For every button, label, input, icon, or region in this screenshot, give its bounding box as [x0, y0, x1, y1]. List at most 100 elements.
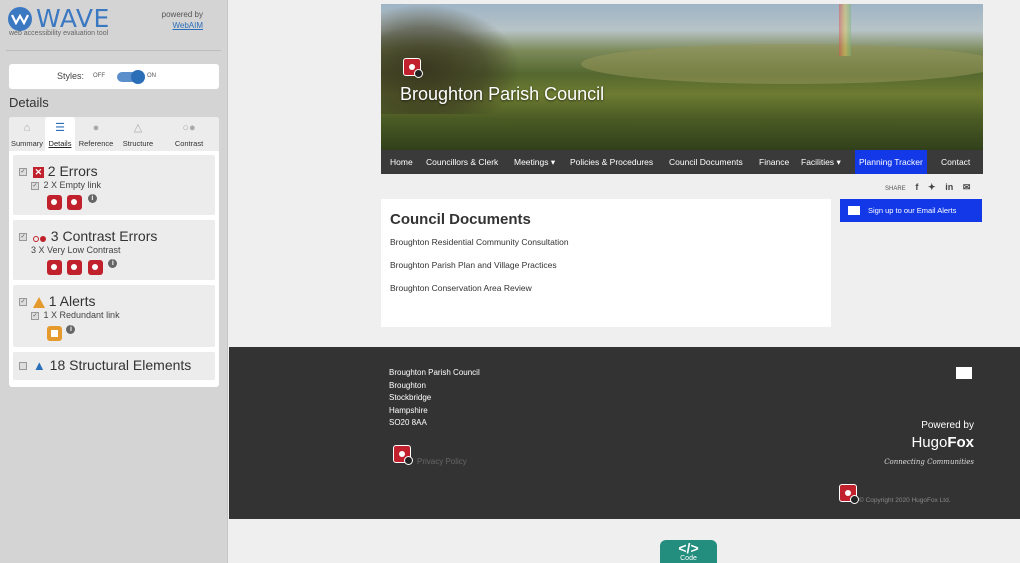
wave-error-flag-icon[interactable]: [839, 484, 859, 504]
tab-label: Reference: [78, 139, 114, 148]
styles-on-label: ON: [147, 73, 156, 79]
home-icon: ⌂: [23, 122, 31, 134]
wave-tagline: web accessibility evaluation tool: [9, 30, 109, 37]
styles-toggle[interactable]: [117, 70, 145, 84]
structure-icon: △: [133, 122, 143, 134]
footer-email-icon[interactable]: [956, 367, 972, 379]
hugofox-logo[interactable]: HugoFox: [911, 434, 974, 451]
info-icon[interactable]: i: [87, 194, 97, 203]
nav-meetings-label: Meetings: [514, 157, 549, 167]
structure-heading: ▲ 18 Structural Elements: [19, 357, 191, 373]
webaim-link[interactable]: WebAIM: [162, 20, 203, 31]
privacy-policy-link[interactable]: Privacy Policy: [417, 457, 467, 466]
site-title[interactable]: Broughton Parish Council: [400, 84, 604, 105]
tab-details[interactable]: ☰ Details: [45, 117, 75, 151]
document-link[interactable]: Broughton Residential Community Consulta…: [390, 237, 569, 247]
wave-sidebar: WAVE web accessibility evaluation tool p…: [0, 0, 228, 563]
info-icon[interactable]: i: [108, 259, 118, 268]
nav-documents[interactable]: Council Documents: [669, 150, 743, 174]
redundant-link-checkbox[interactable]: ✓: [31, 311, 39, 320]
alerts-heading: ✓ 1 Alerts: [19, 293, 95, 309]
errors-icons: i: [47, 194, 97, 212]
low-contrast-icon[interactable]: [47, 260, 62, 276]
caret-down-icon: ▾: [836, 157, 841, 167]
alerts-group: ✓ 1 Alerts ✓ 1 X Redundant link i: [13, 285, 215, 347]
document-link[interactable]: Broughton Conservation Area Review: [390, 283, 532, 293]
email-alerts-label: Sign up to our Email Alerts: [868, 206, 957, 215]
share-bar: SHARE f ✦ in ✉: [885, 182, 970, 193]
twitter-icon[interactable]: ✦: [928, 182, 936, 193]
hero-banner: Broughton Parish Council: [381, 4, 983, 150]
tab-contrast[interactable]: ○● Contrast: [159, 117, 219, 151]
empty-link-checkbox[interactable]: ✓: [31, 181, 39, 190]
wave-logo-icon: [8, 7, 32, 31]
nav-meetings[interactable]: Meetings ▾: [514, 150, 555, 174]
envelope-icon: [848, 206, 860, 215]
contrast-group: ✓ 3 Contrast Errors 3 X Very Low Contras…: [13, 220, 215, 280]
styles-label: Styles:: [57, 71, 85, 81]
empty-link-error-icon[interactable]: [67, 195, 83, 211]
low-contrast-icon[interactable]: [67, 260, 83, 276]
styles-toggle-box: Styles: OFF ON: [9, 64, 219, 89]
wave-powered-by: powered by WebAIM: [162, 9, 203, 31]
wave-error-flag-icon[interactable]: [403, 58, 423, 78]
info-icon: ●: [92, 122, 100, 134]
caret-down-icon: ▾: [550, 157, 556, 167]
alerts-item: ✓ 1 X Redundant link: [31, 310, 120, 320]
share-label: SHARE: [885, 186, 906, 192]
tab-reference[interactable]: ● Reference: [75, 117, 117, 151]
contrast-title: 3 Contrast Errors: [50, 228, 158, 244]
alert-triangle-icon: [32, 296, 45, 308]
copyright: © Copyright 2020 HugoFox Ltd.: [859, 497, 951, 504]
styles-off-label: OFF: [93, 73, 105, 79]
wave-header: WAVE web accessibility evaluation tool p…: [0, 0, 227, 42]
contrast-checkbox[interactable]: ✓: [19, 233, 27, 242]
website: Broughton Parish Council Home Councillor…: [229, 0, 1020, 563]
details-panel: ⌂ Summary ☰ Details ● Reference △ Struct…: [9, 117, 219, 387]
email-alerts-button[interactable]: Sign up to our Email Alerts: [840, 199, 982, 222]
tab-label: Details: [48, 139, 72, 148]
tab-label: Contrast: [174, 139, 204, 148]
nav-councillors[interactable]: Councillors & Clerk: [426, 150, 498, 174]
alerts-checkbox[interactable]: ✓: [19, 298, 27, 307]
structure-title: 18 Structural Elements: [49, 357, 192, 373]
nav-facilities-label: Facilities: [801, 157, 835, 167]
info-icon[interactable]: i: [66, 325, 76, 334]
facebook-icon[interactable]: f: [915, 182, 918, 192]
contrast-icon: [32, 229, 47, 245]
redundant-link-alert-icon[interactable]: [47, 326, 62, 342]
nav-facilities[interactable]: Facilities ▾: [801, 150, 841, 174]
tab-summary[interactable]: ⌂ Summary: [9, 117, 45, 151]
empty-link-label: 2 X Empty link: [43, 180, 102, 190]
low-contrast-icon[interactable]: [87, 260, 103, 276]
address-line: Broughton Parish Council: [389, 368, 480, 377]
address-line: SO20 8AA: [389, 418, 427, 427]
code-button[interactable]: </> Code: [660, 540, 717, 563]
list-icon: ☰: [55, 122, 65, 134]
errors-checkbox[interactable]: ✓: [19, 168, 27, 177]
linkedin-icon[interactable]: in: [945, 182, 953, 192]
nav-finance[interactable]: Finance: [759, 150, 789, 174]
document-link[interactable]: Broughton Parish Plan and Village Practi…: [390, 260, 557, 270]
structure-checkbox[interactable]: [19, 362, 27, 371]
contrast-icon: ○●: [182, 122, 196, 134]
error-icon: ✕: [32, 166, 44, 178]
address-line: Hampshire: [389, 405, 428, 415]
hero-hill: [581, 44, 983, 84]
tab-structure[interactable]: △ Structure: [117, 117, 159, 151]
hugo-text: Hugo: [911, 434, 948, 451]
tab-label: Summary: [10, 139, 44, 148]
alerts-icons: i: [47, 325, 76, 343]
powered-by-label: Powered by: [921, 420, 974, 431]
nav-planning-tracker[interactable]: Planning Tracker: [855, 150, 927, 174]
nav-policies[interactable]: Policies & Procedures: [570, 150, 653, 174]
tab-bar: ⌂ Summary ☰ Details ● Reference △ Struct…: [9, 117, 219, 151]
email-icon[interactable]: ✉: [963, 182, 971, 193]
nav-contact[interactable]: Contact: [941, 150, 970, 174]
nav-home[interactable]: Home: [390, 150, 413, 174]
empty-link-error-icon[interactable]: [47, 195, 62, 211]
errors-item: ✓ 2 X Empty link: [31, 180, 101, 190]
contrast-item: 3 X Very Low Contrast: [31, 245, 121, 255]
footer-address: Broughton Parish Council Broughton Stock…: [389, 367, 480, 430]
wave-error-flag-icon[interactable]: [393, 445, 413, 465]
